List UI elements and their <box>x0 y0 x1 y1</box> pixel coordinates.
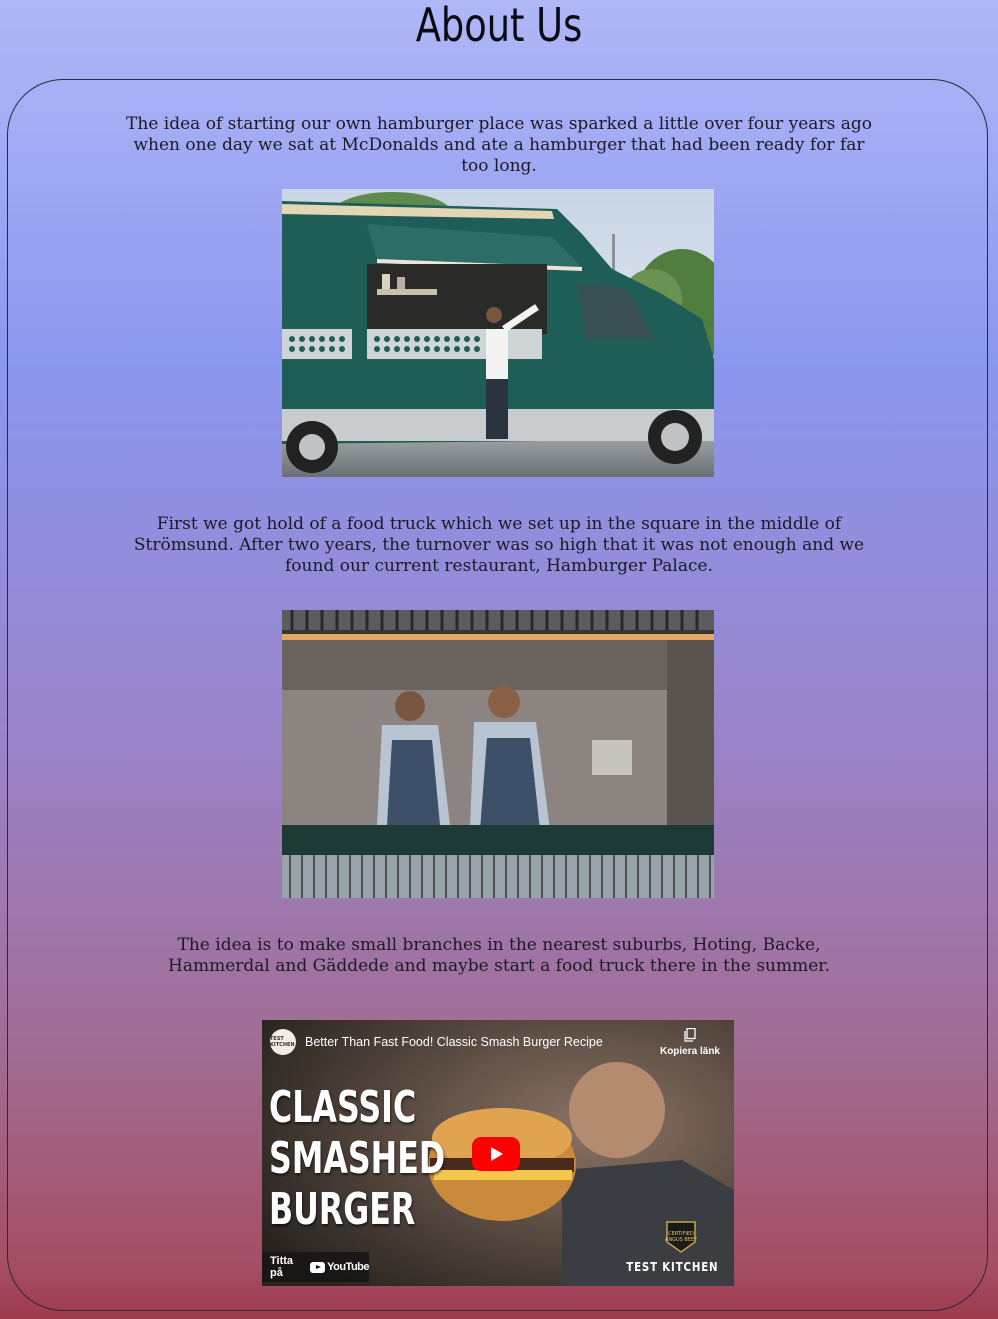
play-button[interactable] <box>472 1137 520 1171</box>
history-paragraph: First we got hold of a food truck which … <box>133 514 865 576</box>
copy-link-button[interactable]: Kopiera länk <box>660 1028 720 1057</box>
kitchen-chefs-photo <box>282 610 714 898</box>
youtube-icon <box>310 1261 326 1273</box>
video-title[interactable]: Better Than Fast Food! Classic Smash Bur… <box>305 1035 603 1049</box>
test-kitchen-brand: TEST KITCHEN <box>625 1260 718 1274</box>
youtube-wordmark: YouTube <box>327 1261 369 1273</box>
channel-avatar[interactable]: TEST KITCHEN <box>270 1029 296 1055</box>
svg-text:ANGUS BEEF: ANGUS BEEF <box>665 1237 697 1243</box>
play-icon <box>491 1147 503 1161</box>
food-truck-photo <box>282 189 714 477</box>
intro-paragraph: The idea of starting our own hamburger p… <box>126 114 872 176</box>
thumbnail-headline: CLASSIC SMASHED BURGER <box>269 1082 445 1235</box>
copy-link-label: Kopiera länk <box>659 1046 720 1057</box>
future-plans-paragraph: The idea is to make small branches in th… <box>168 935 830 976</box>
youtube-video-embed[interactable]: TEST KITCHEN Better Than Fast Food! Clas… <box>262 1020 734 1286</box>
copy-icon <box>684 1028 696 1042</box>
thumbnail-line: BURGER <box>269 1184 416 1235</box>
thumbnail-line: CLASSIC <box>269 1082 417 1133</box>
watch-on-label: Titta på <box>270 1255 294 1279</box>
page-title: About Us <box>415 0 583 52</box>
certified-angus-beef-badge: CERTIFIED ANGUS BEEF <box>665 1221 697 1253</box>
youtube-logo: YouTube <box>310 1261 369 1273</box>
watch-on-youtube-button[interactable]: Titta på YouTube <box>262 1252 369 1282</box>
thumbnail-line: SMASHED <box>269 1133 446 1184</box>
